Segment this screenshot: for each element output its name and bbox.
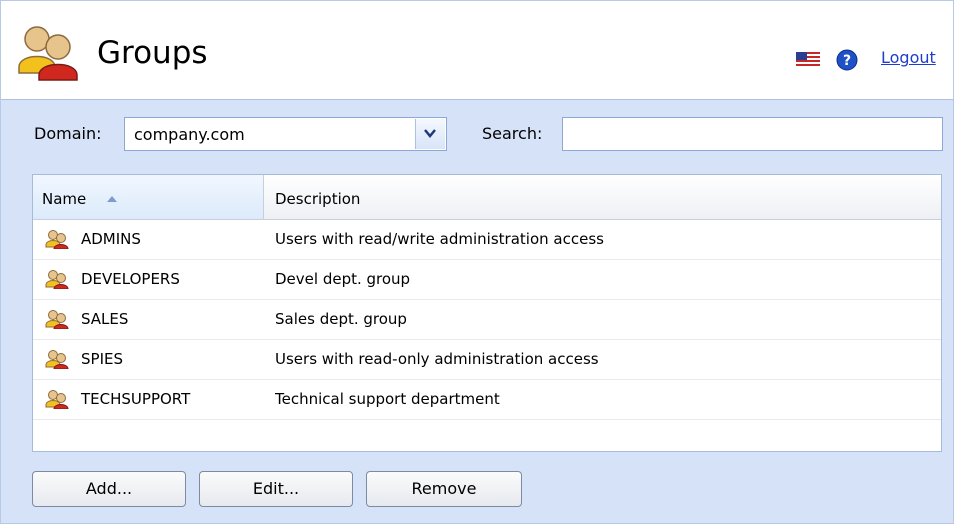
table-row[interactable]: DEVELOPERS Devel dept. group [33, 259, 941, 300]
group-icon [45, 230, 69, 249]
table-row[interactable]: SALES Sales dept. group [33, 299, 941, 340]
chevron-down-icon [424, 129, 436, 138]
domain-label: Domain: [34, 124, 102, 143]
us-flag-icon[interactable] [796, 52, 820, 68]
domain-select[interactable]: company.com [124, 117, 447, 151]
groups-table: Name Description ADMINS Users with read/w… [32, 174, 942, 452]
row-description: Users with read/write administration acc… [275, 230, 604, 248]
add-button[interactable]: Add... [32, 471, 186, 507]
group-icon [45, 310, 69, 329]
remove-button[interactable]: Remove [366, 471, 522, 507]
group-icon [45, 270, 69, 289]
row-name: TECHSUPPORT [81, 390, 191, 408]
column-name-label: Name [42, 190, 87, 208]
row-description: Sales dept. group [275, 310, 407, 328]
domain-dropdown-button[interactable] [415, 119, 445, 149]
table-row[interactable]: TECHSUPPORT Technical support department [33, 379, 941, 420]
row-name: SALES [81, 310, 129, 328]
search-input[interactable] [562, 117, 943, 151]
edit-button[interactable]: Edit... [199, 471, 353, 507]
page-title: Groups [97, 35, 208, 71]
column-header-description[interactable]: Description [264, 175, 941, 219]
logout-link[interactable]: Logout [881, 48, 936, 67]
table-header: Name Description [33, 175, 941, 220]
row-description: Devel dept. group [275, 270, 411, 288]
row-name: SPIES [81, 350, 123, 368]
column-description-label: Description [275, 190, 361, 208]
group-icon [45, 390, 69, 409]
users-group-icon [18, 26, 78, 81]
help-icon[interactable]: ? [836, 49, 858, 71]
row-description: Technical support department [275, 390, 500, 408]
table-row[interactable]: SPIES Users with read-only administration… [33, 339, 941, 380]
row-name: DEVELOPERS [81, 270, 180, 288]
domain-select-value: company.com [134, 125, 245, 144]
search-label: Search: [482, 124, 543, 143]
svg-text:?: ? [843, 53, 851, 69]
column-header-name[interactable]: Name [33, 175, 264, 219]
group-icon [45, 350, 69, 369]
row-name: ADMINS [81, 230, 141, 248]
header: Groups ? Logout [1, 1, 953, 100]
table-row[interactable]: ADMINS Users with read/write administrati… [33, 219, 941, 260]
row-description: Users with read-only administration acce… [275, 350, 599, 368]
sort-ascending-icon [107, 196, 117, 202]
